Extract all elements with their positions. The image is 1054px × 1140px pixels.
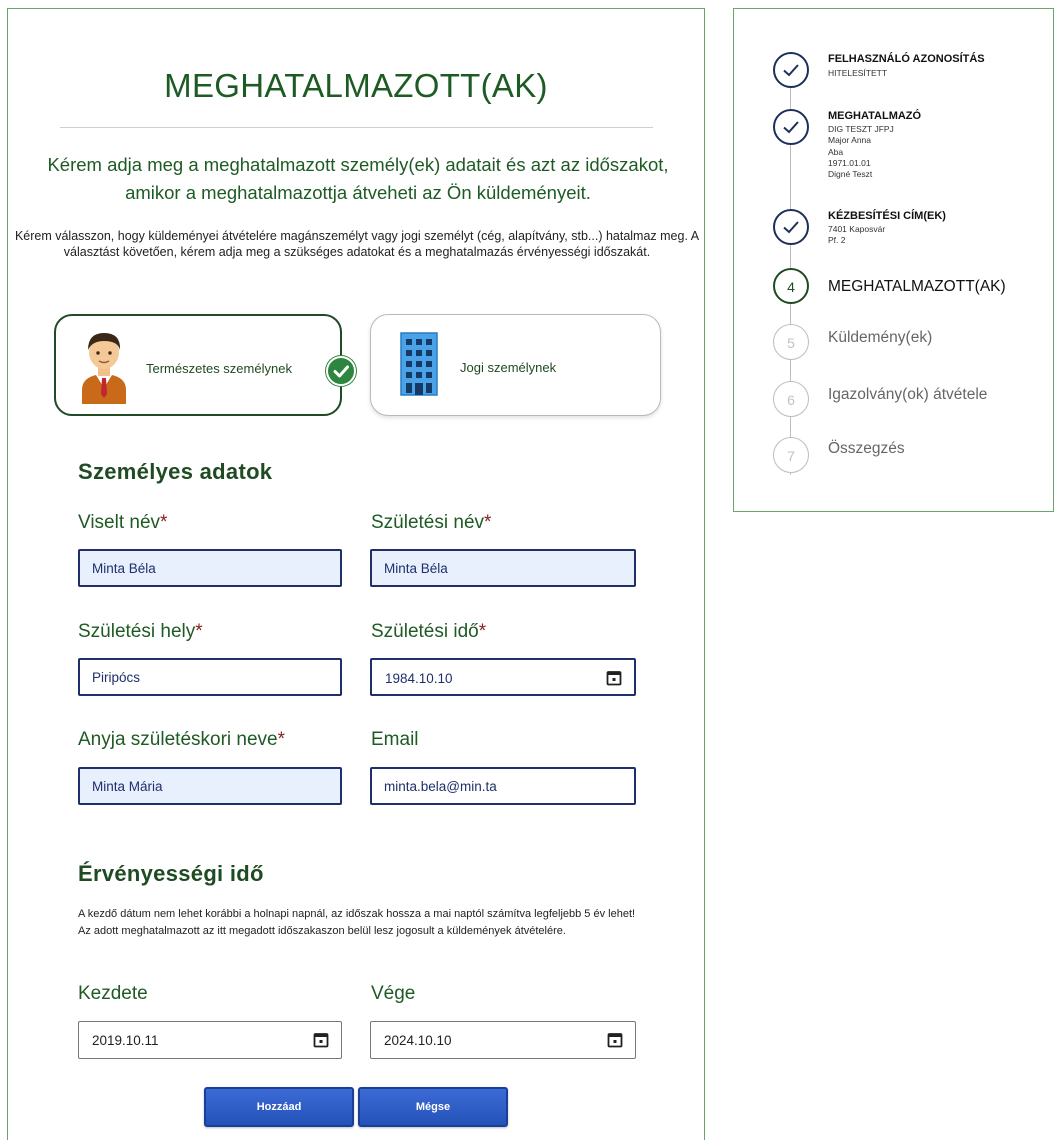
natural-person-label: Természetes személynek: [146, 361, 292, 376]
calendar-icon[interactable]: [607, 1032, 623, 1048]
step-2-detail: Digné Teszt: [828, 169, 873, 180]
szuletesi-nev-input[interactable]: [370, 549, 636, 587]
step-4-circle: 4: [773, 268, 809, 304]
szuletesi-ido-label: Születési idő*: [371, 621, 487, 642]
step-1-detail: HITELESÍTETT: [828, 68, 888, 78]
validity-note: A kezdő dátum nem lehet korábbi a holnap…: [78, 908, 636, 937]
viselt-nev-label: Viselt név*: [78, 512, 168, 533]
main-panel: MEGHATALMAZOTT(AK) Kérem adja meg a megh…: [7, 8, 705, 1140]
step-6-title: Igazolvány(ok) átvétele: [828, 386, 988, 403]
start-date-value: 2019.10.11: [92, 1033, 159, 1048]
step-2-detail: DIG TESZT JFPJ: [828, 124, 894, 134]
cancel-button[interactable]: Mégse: [358, 1087, 508, 1127]
building-icon: [399, 331, 439, 402]
email-label: Email: [371, 729, 419, 750]
progress-stepper: FELHASZNÁLÓ AZONOSÍTÁS HITELESÍTETT MEGH…: [733, 8, 1054, 512]
title-divider: [60, 127, 653, 128]
szuletesi-hely-label: Születési hely*: [78, 621, 203, 642]
step-2-detail: Major Anna: [828, 135, 871, 146]
szuletesi-hely-input[interactable]: [78, 658, 342, 696]
end-date-value: 2024.10.10: [384, 1033, 452, 1048]
viselt-nev-input[interactable]: [78, 549, 342, 587]
calendar-icon[interactable]: [606, 670, 622, 686]
natural-person-card[interactable]: Természetes személynek: [54, 314, 356, 416]
legal-person-label: Jogi személynek: [460, 360, 557, 375]
step-5-circle: 5: [773, 324, 809, 360]
check-icon: [783, 221, 799, 234]
step-7-title: Összegzés: [828, 440, 905, 457]
required-mark: *: [484, 512, 492, 533]
instruction-text: Kérem válasszon, hogy küldeményei átvéte…: [14, 229, 700, 259]
required-mark: *: [277, 729, 286, 750]
step-3-title: KÉZBESÍTÉSI CÍM(EK): [828, 210, 946, 222]
person-icon: [78, 328, 130, 409]
step-2-circle: [773, 109, 809, 145]
step-4-title: MEGHATALMAZOTT(AK): [828, 278, 1006, 295]
szuletesi-ido-value: 1984.10.10: [385, 671, 453, 686]
end-date-label: Vége: [371, 983, 416, 1004]
selected-check-icon: [326, 356, 356, 386]
step-2-detail: 1971.01.01: [828, 157, 871, 168]
step-2-detail: Aba: [828, 146, 844, 157]
step-7-circle: 7: [773, 437, 809, 473]
end-date-input[interactable]: 2024.10.10: [370, 1021, 636, 1059]
start-date-input[interactable]: 2019.10.11: [78, 1021, 342, 1059]
szuletesi-nev-label: Születési név*: [371, 512, 492, 533]
step-2-title: MEGHATALMAZÓ: [828, 110, 922, 122]
step-6-circle: 6: [773, 381, 809, 417]
step-3-detail: Pf. 2: [828, 235, 846, 246]
start-date-label: Kezdete: [78, 983, 148, 1004]
page-title: MEGHATALMAZOTT(AK): [164, 67, 548, 104]
check-icon: [783, 121, 799, 134]
check-icon: [783, 64, 799, 77]
required-mark: *: [478, 621, 487, 642]
legal-person-card[interactable]: Jogi személynek: [370, 314, 661, 416]
step-3-circle: [773, 209, 809, 245]
required-mark: *: [195, 621, 203, 642]
email-input[interactable]: [370, 767, 636, 805]
step-5-title: Küldemény(ek): [828, 329, 933, 346]
anyja-neve-input[interactable]: [78, 767, 342, 805]
intro-text: Kérem adja meg a meghatalmazott személy(…: [47, 154, 669, 203]
add-button[interactable]: Hozzáad: [204, 1087, 354, 1127]
required-mark: *: [160, 512, 168, 533]
step-1-circle: [773, 52, 809, 88]
calendar-icon[interactable]: [313, 1032, 329, 1048]
step-3-detail: 7401 Kaposvár: [828, 224, 886, 234]
validity-heading: Érvényességi idő: [78, 861, 264, 886]
anyja-neve-label: Anyja születéskori neve*: [78, 729, 286, 750]
szuletesi-ido-date-input[interactable]: 1984.10.10: [370, 658, 636, 696]
step-1-title: FELHASZNÁLÓ AZONOSÍTÁS: [828, 53, 985, 65]
personal-data-heading: Személyes adatok: [78, 459, 273, 484]
